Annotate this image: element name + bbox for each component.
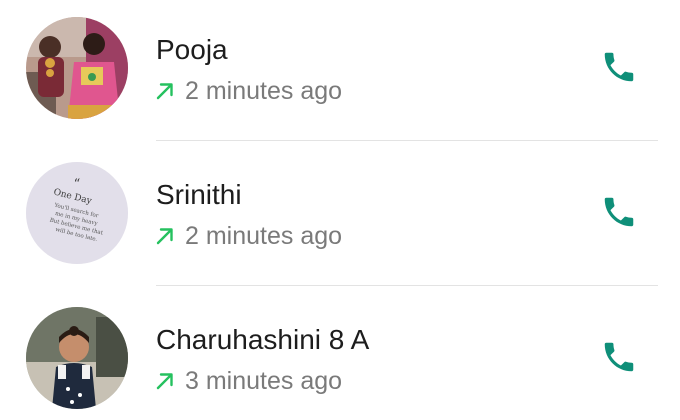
call-time: 2 minutes ago [185, 77, 343, 105]
contact-avatar[interactable] [26, 307, 128, 409]
voice-call-button[interactable] [595, 335, 643, 383]
call-time: 3 minutes ago [185, 367, 343, 395]
avatar-photo [26, 17, 128, 119]
voice-call-button[interactable] [595, 45, 643, 93]
row-divider [156, 140, 658, 141]
call-meta: 2 minutes ago [154, 221, 342, 251]
call-meta: 3 minutes ago [154, 366, 342, 396]
outgoing-arrow-icon [154, 80, 176, 102]
call-log-row[interactable]: “ One Day You'll search for me in my hea… [0, 145, 680, 290]
call-time: 2 minutes ago [185, 222, 343, 250]
call-log-list: Pooja 2 minutes ago “ One Day You'll sea… [0, 0, 680, 420]
avatar-quote-image: “ One Day You'll search for me in my hea… [26, 162, 128, 264]
contact-avatar[interactable]: “ One Day You'll search for me in my hea… [26, 162, 128, 264]
outgoing-arrow-icon [154, 370, 176, 392]
contact-name: Pooja [156, 34, 228, 65]
row-divider [156, 285, 658, 286]
call-log-row[interactable]: Charuhashini 8 A 3 minutes ago [0, 290, 680, 420]
avatar-photo [26, 307, 128, 409]
phone-icon [600, 338, 638, 381]
call-log-row[interactable]: Pooja 2 minutes ago [0, 0, 680, 145]
phone-icon [600, 193, 638, 236]
contact-name: Charuhashini 8 A [156, 324, 370, 355]
outgoing-arrow-icon [154, 225, 176, 247]
call-meta: 2 minutes ago [154, 76, 342, 106]
contact-avatar[interactable] [26, 17, 128, 119]
svg-text:“: “ [74, 177, 81, 192]
contact-name: Srinithi [156, 179, 242, 210]
voice-call-button[interactable] [595, 190, 643, 238]
phone-icon [600, 48, 638, 91]
